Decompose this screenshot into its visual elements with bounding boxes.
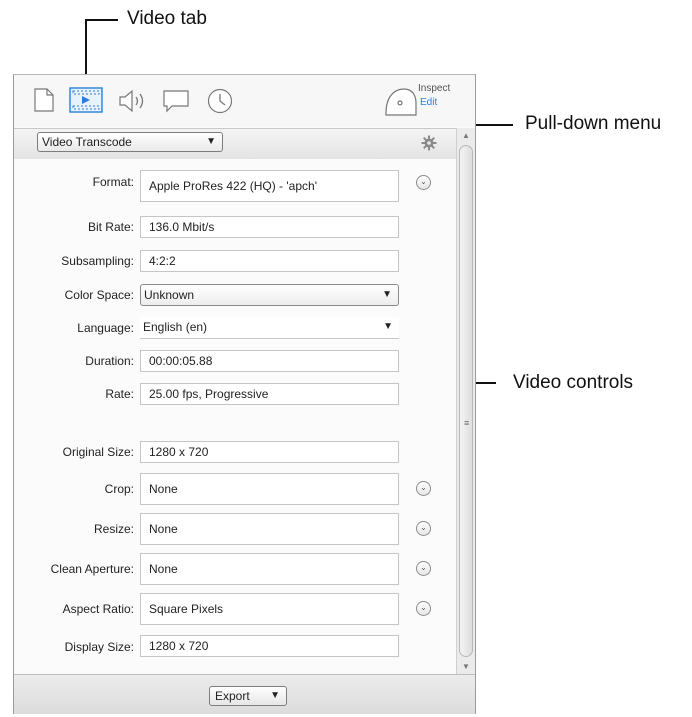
original-size-row: Original Size: 1280 x 720 xyxy=(14,441,456,465)
gear-icon[interactable] xyxy=(421,135,437,156)
summary-tab-icon[interactable] xyxy=(34,88,54,117)
chevron-down-icon: ▼ xyxy=(270,690,280,701)
crop-label: Crop: xyxy=(104,482,134,496)
color-space-row: Color Space: Unknown ▼ xyxy=(14,284,456,308)
pulldown-callout: Pull-down menu xyxy=(525,113,662,134)
inspect-label[interactable]: Inspect xyxy=(418,83,450,94)
rate-row: Rate: 25.00 fps, Progressive xyxy=(14,383,456,407)
captions-tab-icon[interactable] xyxy=(162,89,190,118)
edit-label[interactable]: Edit xyxy=(420,97,437,108)
resize-field: None xyxy=(140,513,399,545)
inspect-icon[interactable] xyxy=(384,87,418,122)
bit-rate-label: Bit Rate: xyxy=(87,220,134,234)
color-space-value: Unknown xyxy=(144,288,195,302)
scroll-up-arrow-icon[interactable]: ▲ xyxy=(462,131,470,140)
audio-tab-icon[interactable] xyxy=(118,89,148,118)
export-button[interactable]: Export ▼ xyxy=(209,686,287,706)
crop-disclosure-icon[interactable]: ⌄ xyxy=(416,481,431,496)
original-size-label: Original Size: xyxy=(62,445,134,459)
display-size-row: Display Size: 1280 x 720 xyxy=(14,635,456,659)
transcode-pulldown-menu[interactable]: Video Transcode ▼ xyxy=(37,132,223,152)
aspect-ratio-disclosure-icon[interactable]: ⌄ xyxy=(416,601,431,616)
format-row: Format: Apple ProRes 422 (HQ) - 'apch' ⌄ xyxy=(14,170,456,202)
aspect-ratio-field: Square Pixels xyxy=(140,593,399,625)
language-row: Language: English (en) ▼ xyxy=(14,317,456,341)
video-tab-icon[interactable] xyxy=(69,87,103,118)
vertical-scrollbar[interactable]: ▲ ≡ ▼ xyxy=(456,128,475,674)
video-controls-callout: Video controls xyxy=(513,372,634,393)
format-disclosure-icon[interactable]: ⌄ xyxy=(416,175,431,190)
clock-tab-icon[interactable] xyxy=(207,88,233,119)
scrollbar-thumb[interactable]: ≡ xyxy=(459,145,473,657)
inspector-toolbar: Inspect Edit xyxy=(14,75,475,127)
aspect-ratio-row: Aspect Ratio: Square Pixels ⌄ xyxy=(14,593,456,625)
grip-icon: ≡ xyxy=(464,418,470,428)
inspector-footer: Export ▼ xyxy=(14,674,475,714)
duration-row: Duration: 00:00:05.88 xyxy=(14,350,456,374)
color-space-label: Color Space: xyxy=(64,288,134,302)
subsampling-field: 4:2:2 xyxy=(140,250,399,272)
chevron-down-icon: ▼ xyxy=(206,136,216,147)
format-field: Apple ProRes 422 (HQ) - 'apch' xyxy=(140,170,399,202)
chevron-down-icon: ▼ xyxy=(383,321,393,332)
rate-field: 25.00 fps, Progressive xyxy=(140,383,399,405)
display-size-label: Display Size: xyxy=(64,640,134,654)
resize-row: Resize: None ⌄ xyxy=(14,513,456,545)
video-tab-callout: Video tab xyxy=(127,8,207,29)
color-space-select[interactable]: Unknown ▼ xyxy=(140,284,399,306)
clean-aperture-field: None xyxy=(140,553,399,585)
action-bar: Video Transcode ▼ xyxy=(14,128,456,160)
resize-label: Resize: xyxy=(93,522,134,536)
format-label: Format: xyxy=(92,175,134,189)
subsampling-label: Subsampling: xyxy=(61,254,134,268)
video-tab-callout-line-h xyxy=(85,19,118,21)
clean-aperture-row: Clean Aperture: None ⌄ xyxy=(14,553,456,585)
subsampling-row: Subsampling: 4:2:2 xyxy=(14,250,456,274)
aspect-ratio-label: Aspect Ratio: xyxy=(62,602,134,616)
original-size-field: 1280 x 720 xyxy=(140,441,399,463)
bit-rate-field: 136.0 Mbit/s xyxy=(140,216,399,238)
chevron-down-icon: ▼ xyxy=(382,289,392,300)
video-controls: Format: Apple ProRes 422 (HQ) - 'apch' ⌄… xyxy=(14,159,456,674)
language-select[interactable]: English (en) ▼ xyxy=(140,317,399,339)
clean-aperture-disclosure-icon[interactable]: ⌄ xyxy=(416,561,431,576)
rate-label: Rate: xyxy=(105,387,134,401)
language-value: English (en) xyxy=(143,320,208,334)
clean-aperture-label: Clean Aperture: xyxy=(50,562,134,576)
crop-field: None xyxy=(140,473,399,505)
duration-field: 00:00:05.88 xyxy=(140,350,399,372)
resize-disclosure-icon[interactable]: ⌄ xyxy=(416,521,431,536)
crop-row: Crop: None ⌄ xyxy=(14,473,456,505)
display-size-field: 1280 x 720 xyxy=(140,635,399,657)
inspector-panel: Inspect Edit Video Transcode ▼ Format: A… xyxy=(13,74,476,714)
export-label: Export xyxy=(215,689,250,703)
duration-label: Duration: xyxy=(85,354,134,368)
bit-rate-row: Bit Rate: 136.0 Mbit/s xyxy=(14,216,456,240)
transcode-pulldown-value: Video Transcode xyxy=(42,135,132,149)
language-label: Language: xyxy=(77,321,134,335)
scroll-down-arrow-icon[interactable]: ▼ xyxy=(462,662,470,671)
